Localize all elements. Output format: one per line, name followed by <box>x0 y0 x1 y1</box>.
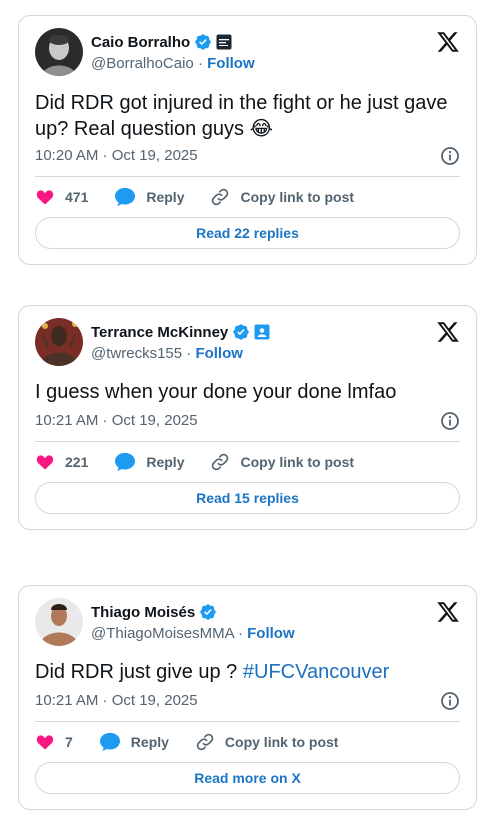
tweet-text: Did RDR got injured in the fight or he j… <box>35 90 460 142</box>
tweet-text: Did RDR just give up ? #UFCVancouver <box>35 659 460 685</box>
like-button[interactable]: 471 <box>35 187 88 207</box>
like-count: 7 <box>65 734 73 750</box>
copy-link-label: Copy link to post <box>240 454 355 470</box>
laughing-emoji-icon: 😂 <box>249 118 273 140</box>
timestamp[interactable]: 10:21 AM · Oct 19, 2025 <box>35 412 198 429</box>
reply-label: Reply <box>146 189 185 205</box>
heart-icon <box>35 452 55 472</box>
tweet-text-body: Did RDR got injured in the fight or he j… <box>35 92 448 140</box>
copy-link-button[interactable]: Copy link to post <box>195 732 339 752</box>
like-count: 221 <box>65 454 89 470</box>
like-count: 471 <box>65 189 89 205</box>
author-name[interactable]: Thiago Moisés <box>91 604 195 621</box>
author-name[interactable]: Terrance McKinney <box>91 324 228 341</box>
reply-button[interactable]: Reply <box>99 732 169 752</box>
avatar[interactable] <box>35 318 83 366</box>
divider <box>35 176 460 177</box>
tweet-card-3: Thiago Moisés @ThiagoMoisesMMA · Follow … <box>18 585 477 810</box>
divider <box>35 721 460 722</box>
info-icon[interactable] <box>440 146 460 166</box>
reply-button[interactable]: Reply <box>114 187 184 207</box>
like-button[interactable]: 221 <box>35 452 88 472</box>
author-name[interactable]: Caio Borralho <box>91 34 190 51</box>
reply-label: Reply <box>130 734 169 750</box>
speech-bubble-icon <box>99 732 121 752</box>
read-replies-button[interactable]: Read 22 replies <box>35 217 460 249</box>
info-icon[interactable] <box>440 411 460 431</box>
speech-bubble-icon <box>114 452 136 472</box>
verified-badge-icon <box>199 603 217 621</box>
info-icon[interactable] <box>440 691 460 711</box>
tweet-header: Thiago Moisés @ThiagoMoisesMMA · Follow <box>35 598 460 646</box>
like-button[interactable]: 7 <box>35 732 73 752</box>
tweet-header: Caio Borralho @BorralhoCaio · Follow <box>35 28 460 76</box>
heart-icon <box>35 732 55 752</box>
speech-bubble-icon <box>114 187 136 207</box>
copy-link-label: Copy link to post <box>224 734 339 750</box>
author-handle[interactable]: @ThiagoMoisesMMA <box>91 625 234 642</box>
x-logo-icon[interactable] <box>436 30 460 54</box>
verified-badge-icon <box>232 323 250 341</box>
link-icon <box>210 187 230 207</box>
reply-label: Reply <box>146 454 185 470</box>
x-logo-icon[interactable] <box>436 320 460 344</box>
x-logo-icon[interactable] <box>436 600 460 624</box>
tweet-card-2: Terrance McKinney @twrecks155 · Follow I… <box>18 305 477 530</box>
verified-badge-icon <box>194 33 212 51</box>
divider <box>35 441 460 442</box>
timestamp[interactable]: 10:20 AM · Oct 19, 2025 <box>35 147 198 164</box>
copy-link-label: Copy link to post <box>240 189 355 205</box>
affiliate-badge-icon <box>216 33 234 51</box>
reply-button[interactable]: Reply <box>114 452 184 472</box>
tweet-header: Terrance McKinney @twrecks155 · Follow <box>35 318 460 366</box>
follow-button[interactable]: Follow <box>207 55 255 72</box>
tweet-card-1: Caio Borralho @BorralhoCaio · Follow Did… <box>18 15 477 265</box>
avatar[interactable] <box>35 28 83 76</box>
separator: · <box>197 55 203 72</box>
avatar[interactable] <box>35 598 83 646</box>
separator: · <box>186 345 192 362</box>
link-icon <box>195 732 215 752</box>
follow-button[interactable]: Follow <box>247 625 295 642</box>
author-handle[interactable]: @BorralhoCaio <box>91 55 194 72</box>
link-icon <box>210 452 230 472</box>
follow-button[interactable]: Follow <box>195 345 243 362</box>
tweet-text: I guess when your done your done lmfao <box>35 381 397 403</box>
read-more-button[interactable]: Read more on X <box>35 762 460 794</box>
copy-link-button[interactable]: Copy link to post <box>210 452 354 472</box>
tweet-text-body: Did RDR just give up ? <box>35 661 238 683</box>
author-handle[interactable]: @twrecks155 <box>91 345 182 362</box>
hashtag-link[interactable]: #UFCVancouver <box>243 661 389 683</box>
timestamp[interactable]: 10:21 AM · Oct 19, 2025 <box>35 692 198 709</box>
copy-link-button[interactable]: Copy link to post <box>210 187 354 207</box>
separator: · <box>237 625 243 642</box>
read-replies-button[interactable]: Read 15 replies <box>35 482 460 514</box>
id-badge-icon <box>254 323 272 341</box>
heart-icon <box>35 187 55 207</box>
